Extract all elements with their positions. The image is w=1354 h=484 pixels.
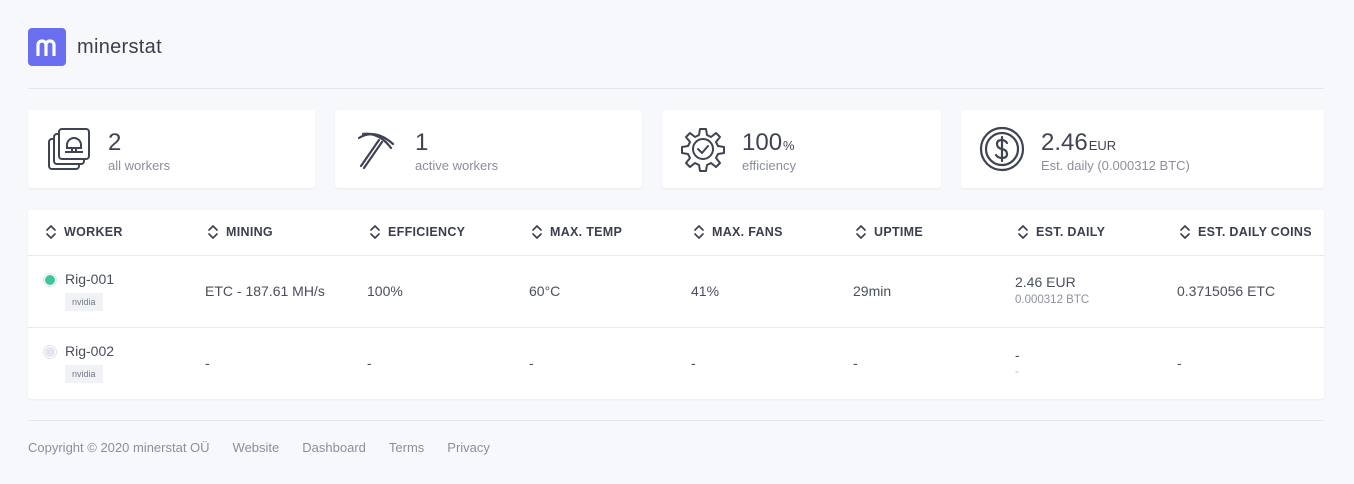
rigs-stack-icon: [48, 128, 90, 170]
efficiency-cell: -: [367, 355, 372, 371]
header-divider: [28, 88, 1324, 89]
stat-card-est-daily: 2.46EUR Est. daily (0.000312 BTC): [961, 110, 1324, 188]
stat-value: 1: [415, 129, 429, 156]
column-header-est-daily[interactable]: EST. DAILY: [1018, 224, 1105, 240]
stat-card-efficiency: 100% efficiency: [662, 110, 941, 188]
worker-name[interactable]: Rig-002: [65, 343, 114, 359]
stat-label: active workers: [415, 158, 499, 173]
sort-icon: [532, 225, 542, 239]
column-header-est-daily-coins[interactable]: EST. DAILY COINS: [1180, 224, 1312, 240]
logo-icon[interactable]: [28, 28, 66, 66]
stat-label: Est. daily (0.000312 BTC): [1041, 158, 1190, 173]
footer-link-dashboard[interactable]: Dashboard: [302, 440, 366, 455]
est-daily-coins-cell: 0.3715056 ETC: [1177, 283, 1276, 299]
column-header-worker[interactable]: WORKER: [46, 224, 123, 240]
sort-icon: [46, 225, 56, 239]
uptime-cell: 29min: [853, 283, 892, 299]
sort-icon: [1018, 225, 1028, 239]
stat-value: 100%: [742, 129, 795, 156]
stat-value: 2: [108, 129, 122, 156]
site-footer: Copyright © 2020 minerstat OÜ Website Da…: [28, 440, 490, 455]
est-daily-btc: -: [1015, 366, 1019, 378]
gpu-tag: nvidia: [65, 293, 103, 311]
brand-name[interactable]: minerstat: [77, 36, 162, 59]
copyright-text: Copyright © 2020 minerstat OÜ: [28, 440, 210, 455]
footer-link-website[interactable]: Website: [233, 440, 280, 455]
mining-cell: ETC - 187.61 MH/s: [205, 283, 325, 299]
sort-icon: [694, 225, 704, 239]
est-daily-cell: -: [1015, 347, 1020, 363]
dollar-coin-icon: [979, 126, 1025, 172]
stat-label: all workers: [108, 158, 171, 173]
table-header: WORKER MINING EFFICIENCY MAX. TEMP MAX. …: [28, 210, 1324, 256]
max-temp-cell: -: [529, 355, 534, 371]
mining-cell: -: [205, 355, 210, 371]
gear-check-icon: [681, 128, 725, 172]
footer-divider: [28, 420, 1324, 421]
column-header-mining[interactable]: MINING: [208, 224, 273, 240]
column-header-efficiency[interactable]: EFFICIENCY: [370, 224, 465, 240]
est-daily-btc: 0.000312 BTC: [1015, 294, 1090, 306]
workers-table: WORKER MINING EFFICIENCY MAX. TEMP MAX. …: [28, 210, 1324, 399]
stat-card-all-workers: 2 all workers: [28, 110, 315, 188]
est-daily-cell: 2.46 EUR: [1015, 274, 1076, 290]
efficiency-cell: 100%: [367, 283, 403, 299]
est-daily-coins-cell: -: [1177, 355, 1182, 371]
pickaxe-icon: [357, 132, 395, 170]
status-dot-online: [44, 274, 56, 286]
sort-icon: [370, 225, 380, 239]
column-header-max-temp[interactable]: MAX. TEMP: [532, 224, 622, 240]
table-row[interactable]: Rig-002 nvidia - - - - - - - -: [28, 328, 1324, 399]
uptime-cell: -: [853, 355, 858, 371]
footer-link-privacy[interactable]: Privacy: [447, 440, 490, 455]
column-header-max-fans[interactable]: MAX. FANS: [694, 224, 783, 240]
table-row[interactable]: Rig-001 nvidia ETC - 187.61 MH/s 100% 60…: [28, 256, 1324, 328]
sort-icon: [1180, 225, 1190, 239]
stat-value: 2.46EUR: [1041, 129, 1117, 156]
column-header-uptime[interactable]: UPTIME: [856, 224, 923, 240]
stat-label: efficiency: [742, 158, 796, 173]
max-temp-cell: 60°C: [529, 283, 561, 299]
dashboard-page: minerstat 2 all workers 1 active workers: [0, 0, 1354, 484]
logo-m-icon: [36, 39, 56, 56]
status-dot-offline: [44, 346, 56, 358]
max-fans-cell: -: [691, 355, 696, 371]
gpu-tag: nvidia: [65, 365, 103, 383]
worker-name[interactable]: Rig-001: [65, 271, 114, 287]
site-header: minerstat: [28, 28, 162, 66]
sort-icon: [856, 225, 866, 239]
stat-card-active-workers: 1 active workers: [335, 110, 642, 188]
footer-link-terms[interactable]: Terms: [389, 440, 424, 455]
sort-icon: [208, 225, 218, 239]
max-fans-cell: 41%: [691, 283, 720, 299]
